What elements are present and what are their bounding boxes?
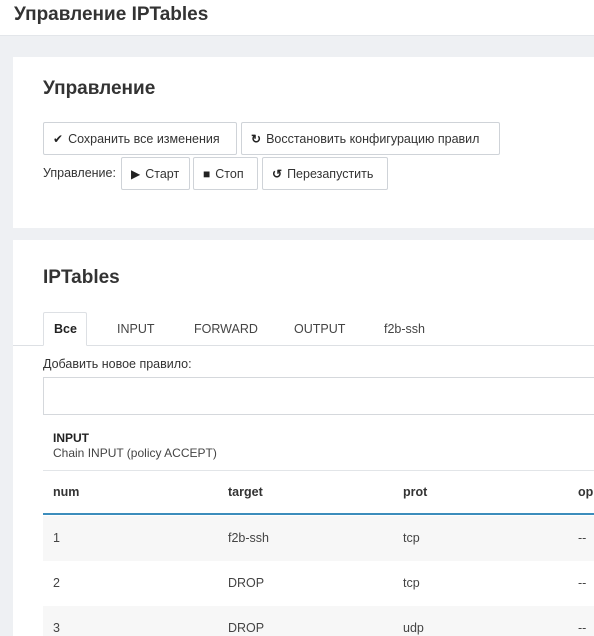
restart-label: Перезапустить — [287, 166, 374, 181]
column-header-prot[interactable]: prot — [403, 485, 427, 499]
undo-icon: ↺ — [272, 166, 283, 181]
cell-num: 1 — [53, 531, 60, 545]
add-rule-input[interactable] — [43, 377, 594, 415]
management-heading: Управление — [43, 78, 156, 99]
cell-num: 3 — [53, 621, 60, 635]
control-label: Управление: — [43, 166, 116, 180]
table-row[interactable]: 1 f2b-ssh tcp -- — [43, 516, 594, 561]
stop-button[interactable]: ■ Стоп — [193, 157, 258, 190]
tab-all[interactable]: Все — [43, 312, 87, 346]
cell-target: DROP — [228, 621, 265, 635]
chain-policy: Chain INPUT (policy ACCEPT) — [53, 446, 217, 460]
cell-num: 2 — [53, 576, 60, 590]
cell-prot: tcp — [403, 576, 420, 590]
cell-opt: -- — [578, 621, 587, 635]
column-header-num[interactable]: num — [53, 485, 79, 499]
start-button[interactable]: ▶ Старт — [121, 157, 190, 190]
start-label: Старт — [145, 166, 180, 181]
cell-target: DROP — [228, 576, 265, 590]
iptables-panel: IPTables Все INPUT FORWARD OUTPUT f2b-ss… — [13, 240, 594, 636]
column-header-target[interactable]: target — [228, 485, 263, 499]
tab-f2b-ssh[interactable]: f2b-ssh — [374, 312, 435, 346]
restore-config-label: Восстановить конфигурацию правил — [266, 131, 480, 146]
tab-forward[interactable]: FORWARD — [184, 312, 268, 346]
cell-opt: -- — [578, 531, 587, 545]
play-icon: ▶ — [131, 166, 141, 181]
page-title: Управление IPTables — [14, 4, 209, 25]
stop-icon: ■ — [203, 166, 211, 181]
table-row[interactable]: 2 DROP tcp -- — [43, 561, 594, 606]
chain-name: INPUT — [53, 431, 89, 445]
chain-divider — [43, 470, 594, 471]
cell-prot: tcp — [403, 531, 420, 545]
restore-config-button[interactable]: ↻ Восстановить конфигурацию правил — [241, 122, 500, 155]
table-row[interactable]: 3 DROP udp -- — [43, 606, 594, 636]
save-all-button[interactable]: ✔ Сохранить все изменения — [43, 122, 237, 155]
cell-opt: -- — [578, 576, 587, 590]
tab-input[interactable]: INPUT — [107, 312, 165, 346]
cell-prot: udp — [403, 621, 424, 635]
iptables-heading: IPTables — [43, 267, 120, 288]
refresh-icon: ↻ — [251, 131, 262, 146]
top-bar: Управление IPTables — [0, 0, 594, 36]
checkmark-icon: ✔ — [53, 131, 64, 146]
restart-button[interactable]: ↺ Перезапустить — [262, 157, 388, 190]
table-header-underline — [43, 513, 594, 515]
stop-label: Стоп — [215, 166, 244, 181]
save-all-label: Сохранить все изменения — [68, 131, 220, 146]
tab-output[interactable]: OUTPUT — [284, 312, 355, 346]
column-header-opt[interactable]: op — [578, 485, 593, 499]
management-panel: Управление ✔ Сохранить все изменения ↻ В… — [13, 57, 594, 228]
cell-target: f2b-ssh — [228, 531, 269, 545]
add-rule-label: Добавить новое правило: — [43, 357, 192, 371]
